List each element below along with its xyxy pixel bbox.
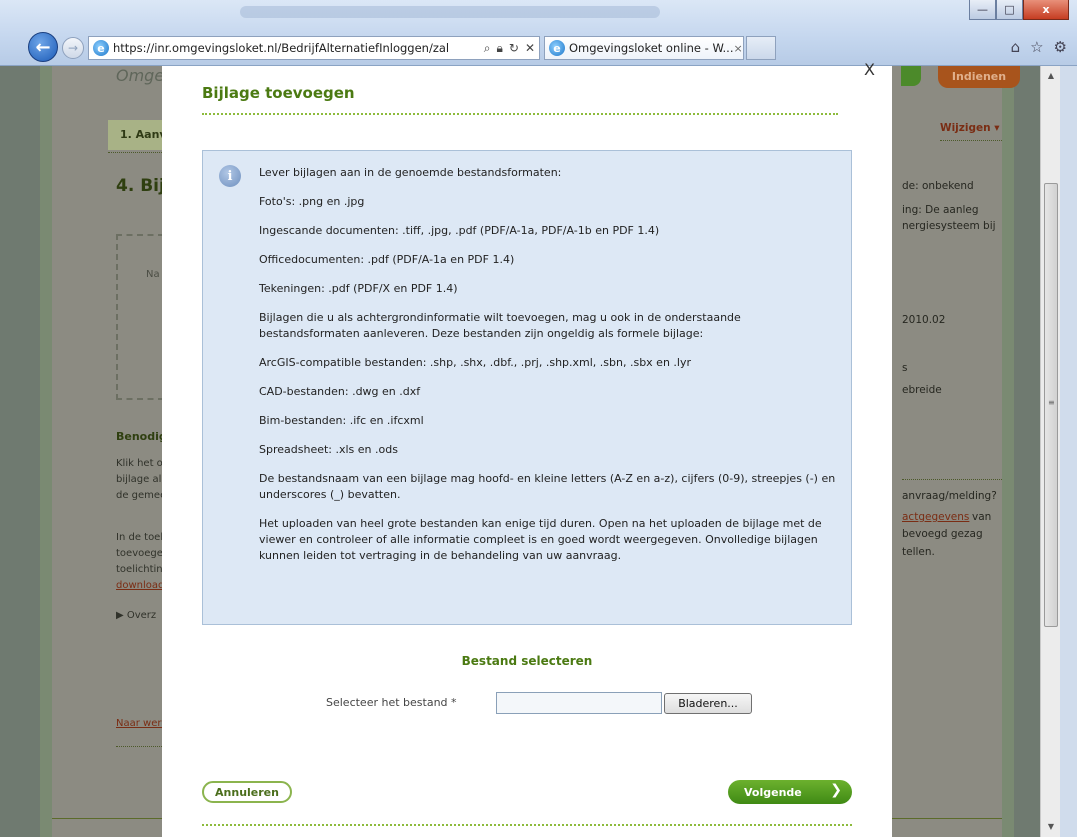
naar-werk-link: Naar werk: [116, 718, 168, 729]
window-title-blur: [240, 6, 660, 18]
info-line: CAD-bestanden: .dwg en .dxf: [259, 385, 421, 398]
browser-tools: ⌂ ☆ ⚙: [1011, 38, 1067, 56]
close-window-button[interactable]: x: [1023, 0, 1069, 20]
back-button[interactable]: ←: [28, 32, 58, 62]
address-url[interactable]: https://inr.omgevingsloket.nl/BedrijfAlt…: [113, 41, 449, 55]
add-attachment-dialog: X Bijlage toevoegen i Lever bijlagen aan…: [162, 60, 892, 837]
bg-right-line: ing: De aanleg: [902, 204, 979, 216]
required-heading: Benodig: [116, 430, 167, 443]
stop-icon[interactable]: ✕: [525, 41, 535, 56]
info-line: Het uploaden van heel grote bestanden ka…: [259, 517, 822, 562]
file-path-input[interactable]: [496, 692, 662, 714]
gear-icon[interactable]: ⚙: [1054, 38, 1067, 56]
bg-right-line: van: [972, 511, 992, 523]
vertical-scrollbar[interactable]: ▲ ≡ ▼: [1040, 66, 1060, 837]
bg-right-line: anvraag/melding?: [902, 490, 997, 502]
overzicht-toggle: ▶ Overz: [116, 610, 157, 621]
file-field-label: Selecteer het bestand *: [326, 696, 457, 709]
info-line: Foto's: .png en .jpg: [259, 195, 365, 208]
info-line: Bim-bestanden: .ifc en .ifcxml: [259, 414, 424, 427]
info-line: De bestandsnaam van een bijlage mag hoof…: [259, 472, 836, 501]
bg-text-line: bijlage al t: [116, 474, 169, 485]
browser-titlebar: — □ x ← → e https://inr.omgevingsloket.n…: [0, 0, 1077, 66]
scrollbar-grip-icon: ≡: [1048, 398, 1055, 407]
footer-divider: [202, 824, 852, 826]
maximize-button[interactable]: □: [996, 0, 1023, 20]
bg-text-line: Klik het o: [116, 458, 163, 469]
minimize-button[interactable]: —: [969, 0, 996, 20]
refresh-icon[interactable]: ↻: [509, 41, 519, 56]
info-line: Tekeningen: .pdf (PDF/X en PDF 1.4): [259, 282, 458, 295]
bg-divider: [940, 140, 1002, 141]
bg-right-line: ebreide: [902, 384, 942, 396]
info-line: Spreadsheet: .xls en .ods: [259, 443, 398, 456]
home-icon[interactable]: ⌂: [1011, 38, 1021, 56]
window-controls: — □ x: [969, 0, 1069, 22]
bg-divider: [902, 479, 1002, 480]
navigation-bar: ← → e https://inr.omgevingsloket.nl/Bedr…: [0, 30, 1077, 64]
chevron-right-icon: ❯: [830, 782, 842, 798]
info-line: Bijlagen die u als achtergrondinformatie…: [259, 311, 741, 340]
scroll-up-arrow-icon[interactable]: ▲: [1043, 68, 1059, 84]
new-tab-button[interactable]: [746, 36, 776, 60]
forward-arrow-icon: →: [67, 41, 79, 55]
address-bar[interactable]: e https://inr.omgevingsloket.nl/BedrijfA…: [88, 36, 540, 60]
info-line: Lever bijlagen aan in de genoemde bestan…: [259, 166, 562, 179]
file-format-info-box: i Lever bijlagen aan in de genoemde best…: [202, 150, 852, 625]
next-button[interactable]: Volgende ❯: [728, 780, 852, 804]
dialog-title: Bijlage toevoegen: [202, 84, 355, 102]
info-line: Ingescande documenten: .tiff, .jpg, .pdf…: [259, 224, 660, 237]
browser-tab[interactable]: e Omgevingsloket online - W... ×: [544, 36, 744, 60]
title-divider: [202, 113, 838, 115]
lock-icon[interactable]: 🔒︎: [496, 41, 502, 56]
info-line: ArcGIS-compatible bestanden: .shp, .shx,…: [259, 356, 692, 369]
contactgegevens-link: actgegevens: [902, 511, 970, 523]
tab-title: Omgevingsloket online - W...: [569, 41, 734, 55]
bg-right-line: s: [902, 362, 908, 374]
bg-text-line: toevoeger: [116, 548, 167, 559]
bg-right-line: tellen.: [902, 546, 935, 558]
bg-right-line: bevoegd gezag: [902, 528, 983, 540]
indienen-button: Indienen: [938, 66, 1020, 88]
info-list: Lever bijlagen aan in de genoemde bestan…: [259, 165, 843, 577]
cancel-button[interactable]: Annuleren: [202, 781, 292, 803]
ie-icon: e: [549, 40, 565, 56]
browse-button[interactable]: Bladeren...: [664, 693, 752, 714]
bg-text-line: In de toel: [116, 532, 164, 543]
star-icon[interactable]: ☆: [1030, 38, 1043, 56]
download-link: download: [116, 580, 165, 591]
bg-right-line: de: onbekend: [902, 180, 974, 192]
dialog-close-button[interactable]: X: [864, 60, 875, 79]
ie-icon: e: [93, 40, 109, 56]
green-top-button: [901, 66, 921, 86]
window-frame-right: [1060, 66, 1077, 837]
bg-right-line: nergiesysteem bij: [902, 220, 996, 232]
info-icon: i: [219, 165, 241, 187]
info-line: Officedocumenten: .pdf (PDF/A-1a en PDF …: [259, 253, 515, 266]
bg-right-value: 2010.02: [902, 314, 946, 326]
wijzigen-link: Wijzigen ▾: [940, 122, 1000, 134]
scroll-down-arrow-icon[interactable]: ▼: [1043, 819, 1059, 835]
address-tools: ⌕ 🔒︎ ↻ ✕: [484, 41, 539, 56]
search-icon[interactable]: ⌕: [484, 41, 491, 56]
back-arrow-icon: ←: [35, 36, 51, 58]
bg-divider: [108, 152, 168, 153]
scrollbar-thumb[interactable]: ≡: [1044, 183, 1058, 627]
forward-button[interactable]: →: [62, 37, 84, 59]
bg-text-line: toelichtin: [116, 564, 163, 575]
file-select-heading: Bestand selecteren: [461, 654, 593, 668]
site-logo: Omge: [116, 66, 165, 85]
bg-text-line: de gemee: [116, 490, 167, 501]
next-button-label: Volgende: [744, 785, 802, 799]
